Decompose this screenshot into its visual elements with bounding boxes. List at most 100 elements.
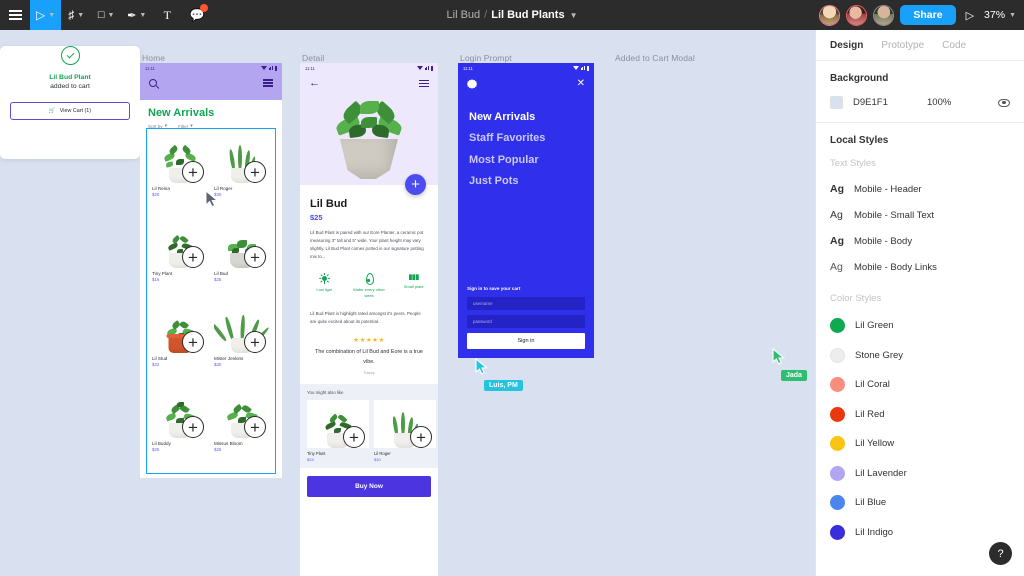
menu-icon[interactable] [263, 79, 273, 87]
main-menu-button[interactable] [0, 0, 30, 30]
frame-added-to-cart-modal[interactable]: Lil Bud Plant added to cart 🛒 View Cart … [0, 46, 140, 159]
color-swatch[interactable] [830, 96, 843, 109]
add-to-cart-fab[interactable]: + [405, 174, 426, 195]
color-style-row[interactable]: Lil Blue [830, 495, 1010, 510]
text-style-sample: Ag [830, 209, 843, 221]
color-style-row[interactable]: Lil Red [830, 406, 1010, 422]
username-input[interactable]: username [467, 297, 585, 310]
text-tool-button[interactable]: T [152, 0, 182, 30]
password-input[interactable]: password [467, 315, 585, 328]
related-product-card[interactable]: + Lil Roger $30 [374, 400, 436, 462]
size-icon: ▮▮▮ [408, 273, 419, 281]
text-style-row[interactable]: Ag Mobile - Header [830, 183, 1010, 195]
related-product-card[interactable]: + Tiny Plant $25 [307, 400, 369, 462]
product-image: + [374, 400, 436, 449]
frame-home[interactable]: 11:11 New Arrivals Sort by ▾ Filter ▾ + … [140, 63, 282, 478]
breadcrumb-current-page[interactable]: Lil Bud Plants [491, 9, 564, 21]
text-style-row[interactable]: Ag Mobile - Body [830, 235, 1010, 247]
color-style-row[interactable]: Stone Grey [830, 347, 1010, 363]
back-arrow-icon[interactable]: ← [309, 78, 320, 89]
pen-icon: ✒ [127, 9, 137, 22]
text-style-sample: Ag [830, 261, 843, 273]
shopping-cart-icon: 🛒 [48, 108, 56, 114]
product-card[interactable]: + Lil Buddy $25 [149, 386, 211, 471]
add-to-cart-button[interactable]: + [182, 161, 204, 183]
color-style-name: Lil Blue [855, 497, 887, 508]
frame-label-added-to-cart-modal[interactable]: Added to Cart Modal [615, 53, 695, 63]
add-to-cart-button[interactable]: + [244, 416, 266, 438]
zoom-level-value: 37% [984, 9, 1006, 21]
frame-tool-button[interactable]: ♯ ▼ [61, 0, 91, 30]
tab-design[interactable]: Design [830, 40, 863, 51]
product-card[interactable]: + Lil Reina $20 [149, 131, 211, 216]
product-card[interactable]: + Mister Jenkins $30 [211, 301, 273, 386]
avatar[interactable] [819, 4, 841, 26]
color-style-row[interactable]: Lil Green [830, 318, 1010, 333]
cursor-arrow-icon [772, 347, 786, 365]
product-image: + [152, 218, 208, 268]
color-style-row[interactable]: Lil Indigo [830, 524, 1010, 540]
buy-now-button[interactable]: Buy Now [307, 476, 431, 498]
background-hex-value[interactable]: D9E1F1 [853, 97, 927, 108]
tab-code[interactable]: Code [942, 40, 966, 51]
home-app-bar: 11:11 [140, 63, 282, 100]
text-style-row[interactable]: Ag Mobile - Body Links [830, 261, 1010, 273]
chevron-down-icon[interactable]: ▼ [570, 11, 578, 20]
menu-item-most-popular[interactable]: Most Popular [469, 150, 583, 171]
product-card[interactable]: + Tiny Plant $16 [149, 216, 211, 301]
frame-detail[interactable]: 11:11 ← + Lil Bud $25 Lil Bud Plant is p… [300, 63, 438, 576]
comment-tool-button[interactable]: 💬 [182, 0, 212, 30]
related-products-row[interactable]: + Tiny Plant $25 + Lil Roger $30 [307, 400, 438, 462]
gear-icon[interactable] [467, 79, 477, 89]
product-card[interactable]: + Lil Stud $22 [149, 301, 211, 386]
color-style-row[interactable]: Lil Yellow [830, 436, 1010, 451]
product-card[interactable]: + Lil Bud $25 [211, 216, 273, 301]
close-icon[interactable]: ✕ [577, 79, 585, 89]
frame-label-detail[interactable]: Detail [302, 53, 324, 63]
signal-icon [580, 66, 586, 71]
breadcrumb-parent[interactable]: Lil Bud [447, 9, 481, 21]
color-style-row[interactable]: Lil Coral [830, 377, 1010, 392]
add-to-cart-button[interactable]: + [182, 331, 204, 353]
add-to-cart-button[interactable]: + [244, 161, 266, 183]
add-to-cart-button[interactable]: + [244, 331, 266, 353]
present-play-button[interactable]: ▷ [962, 9, 978, 22]
signin-button[interactable]: Sign in [467, 333, 585, 349]
add-to-cart-button[interactable]: + [182, 416, 204, 438]
figma-canvas[interactable]: Home 11:11 New Arrivals Sort by ▾ Filter… [0, 30, 815, 576]
product-name: Lil Stud [152, 355, 168, 361]
visibility-eye-icon[interactable] [998, 98, 1010, 107]
product-price: $22 [152, 361, 160, 367]
frame-label-home[interactable]: Home [142, 53, 165, 63]
frame-label-login-prompt[interactable]: Login Prompt [460, 53, 512, 63]
shape-tool-button[interactable]: □ ▼ [91, 0, 121, 30]
product-card[interactable]: + Lil Roger $30 [211, 131, 273, 216]
color-style-row[interactable]: Lil Lavender [830, 465, 1010, 481]
battery-icon [586, 66, 589, 71]
add-to-cart-button[interactable]: + [244, 246, 266, 268]
section-title-local-styles: Local Styles [830, 135, 889, 146]
text-style-row[interactable]: Ag Mobile - Small Text [830, 209, 1010, 221]
menu-icon[interactable] [419, 79, 429, 88]
related-products-section: You might also like + Tiny Plant $25 + L… [300, 384, 438, 469]
menu-item-staff-favorites[interactable]: Staff Favorites [469, 128, 583, 149]
add-to-cart-button[interactable]: + [182, 246, 204, 268]
view-cart-button[interactable]: 🛒 View Cart (1) [10, 102, 130, 120]
zoom-level-dropdown[interactable]: 37% ▼ [984, 9, 1016, 21]
menu-item-new-arrivals[interactable]: New Arrivals [469, 107, 583, 128]
help-button[interactable]: ? [989, 542, 1012, 565]
add-to-cart-button[interactable]: + [343, 426, 365, 449]
selection-outline[interactable]: + Lil Reina $20 + Lil Roger $30 + Tiny P… [146, 128, 276, 474]
avatar[interactable] [873, 4, 895, 26]
share-button[interactable]: Share [900, 5, 956, 25]
move-tool-button[interactable]: ▷ ▼ [30, 0, 62, 30]
product-card[interactable]: + Missus Bloom $25 [211, 386, 273, 471]
pen-tool-button[interactable]: ✒ ▼ [121, 0, 152, 30]
background-opacity-value[interactable]: 100% [927, 97, 998, 108]
search-icon[interactable] [149, 79, 157, 87]
frame-login-prompt[interactable]: 11:11 ✕ New Arrivals Staff Favorites Mos… [458, 63, 594, 358]
tab-prototype[interactable]: Prototype [881, 40, 924, 51]
add-to-cart-button[interactable]: + [410, 426, 432, 449]
menu-item-just-pots[interactable]: Just Pots [469, 171, 583, 192]
avatar[interactable] [846, 4, 868, 26]
